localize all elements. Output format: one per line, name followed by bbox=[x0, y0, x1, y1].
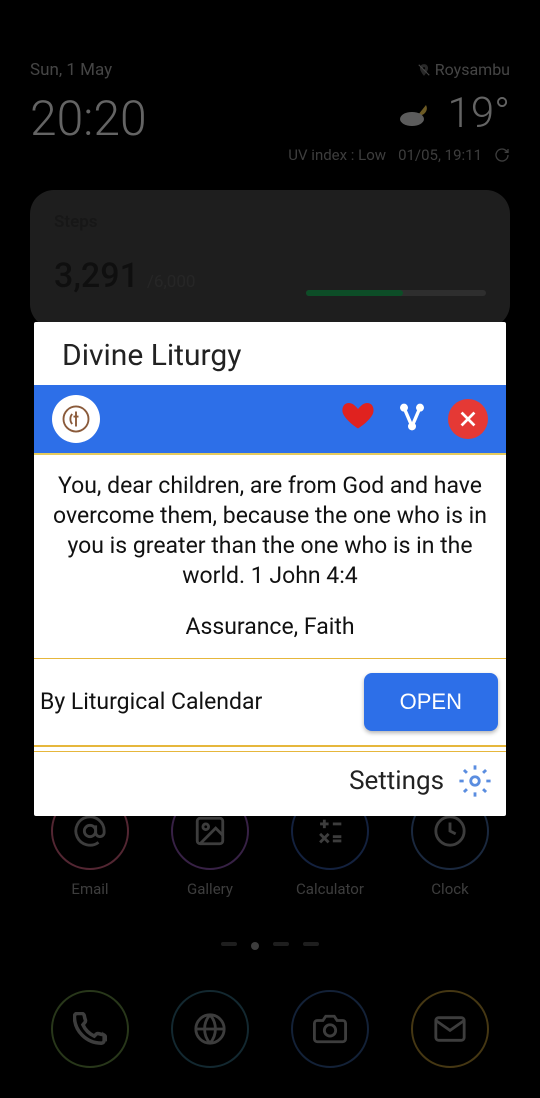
liturgy-popup: Divine Liturgy You, dear children, are f… bbox=[34, 322, 506, 816]
by-text: By Liturgical Calendar bbox=[40, 688, 262, 715]
app-logo bbox=[52, 395, 100, 443]
verse-text: You, dear children, are from God and hav… bbox=[48, 471, 492, 591]
close-button[interactable] bbox=[448, 399, 488, 439]
share-button[interactable] bbox=[396, 401, 428, 437]
popup-title: Divine Liturgy bbox=[34, 322, 506, 385]
open-button[interactable]: OPEN bbox=[364, 673, 498, 731]
popup-toolbar bbox=[34, 385, 506, 455]
theme-text: Assurance, Faith bbox=[48, 613, 492, 640]
favorite-button[interactable] bbox=[340, 397, 376, 442]
gear-icon bbox=[458, 764, 492, 798]
settings-button[interactable]: Settings bbox=[34, 752, 506, 816]
